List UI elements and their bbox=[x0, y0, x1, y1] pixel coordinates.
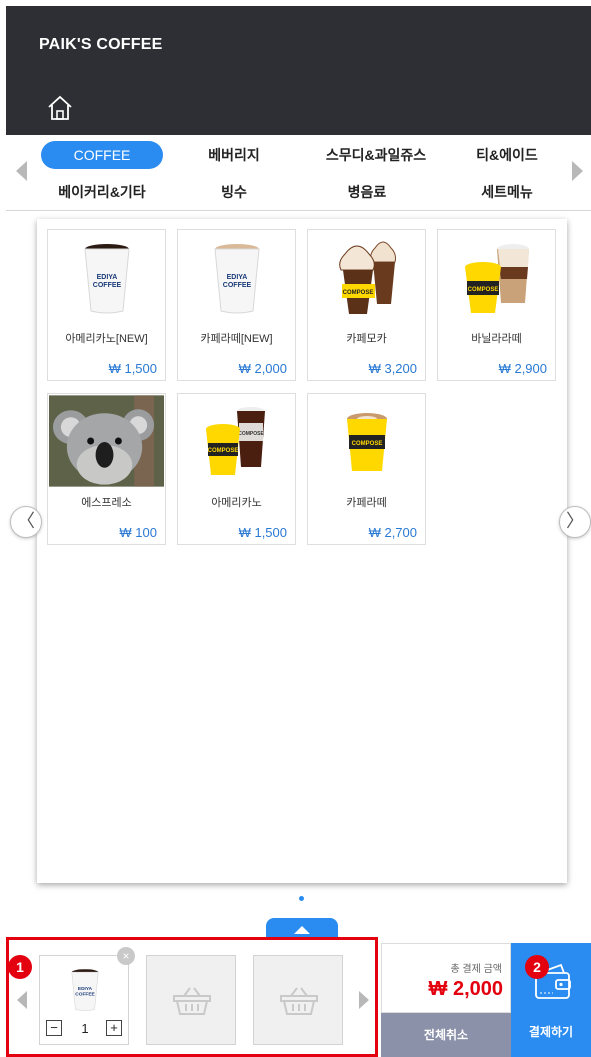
tab-bottled-drinks[interactable]: 병음료 bbox=[306, 178, 428, 206]
decrease-quantity-button[interactable]: − bbox=[46, 1020, 62, 1036]
menu-next-page-button[interactable]: 〉 bbox=[559, 506, 591, 538]
mocha-cup-image: COMPOSE bbox=[309, 231, 424, 323]
basket-icon bbox=[173, 987, 211, 1015]
menu-item-cafe-latte-new[interactable]: EDIYA COFFEE 카페라떼[NEW] ₩ 2,000 bbox=[177, 229, 296, 381]
ediya-latte-cup-image: EDIYA COFFEE bbox=[179, 231, 294, 323]
menu-item-price: ₩ 100 bbox=[119, 525, 157, 540]
app-header: PAIK'S COFFEE bbox=[6, 6, 591, 135]
category-next-arrow[interactable] bbox=[572, 161, 583, 181]
menu-item-price: ₩ 3,200 bbox=[368, 361, 417, 376]
svg-text:COMPOSE: COMPOSE bbox=[207, 448, 238, 454]
category-bar: COFFEE 베버리지 스무디&과일쥬스 티&에이드 베이커리&기타 빙수 병음… bbox=[6, 135, 591, 211]
menu-item-name: 카페모카 bbox=[346, 333, 387, 345]
cart-slot-item: EDIYA COFFEE × − 1 + bbox=[39, 947, 135, 1045]
total-label: 총 결제 금액 bbox=[450, 964, 502, 975]
cart-prev-arrow[interactable] bbox=[17, 991, 27, 1009]
remove-item-button[interactable]: × bbox=[117, 947, 135, 965]
menu-item-price: ₩ 2,700 bbox=[368, 525, 417, 540]
basket-icon bbox=[280, 987, 318, 1015]
page-indicator-dot bbox=[299, 896, 304, 901]
tab-beverage[interactable]: 베버리지 bbox=[173, 141, 295, 169]
menu-item-cafe-mocha[interactable]: COMPOSE 카페모카 ₩ 3,200 bbox=[307, 229, 426, 381]
koala-photo-image bbox=[49, 395, 164, 487]
annotation-badge-pay: 2 bbox=[525, 955, 549, 979]
menu-item-price: ₩ 1,500 bbox=[108, 361, 157, 376]
menu-item-americano-new[interactable]: EDIYA COFFEE 아메리카노[NEW] ₩ 1,500 bbox=[47, 229, 166, 381]
svg-text:COMPOSE: COMPOSE bbox=[342, 290, 373, 296]
svg-text:EDIYA: EDIYA bbox=[96, 274, 117, 281]
cafe-latte-cup-image: COMPOSE bbox=[309, 395, 424, 487]
svg-text:COFFEE: COFFEE bbox=[92, 282, 121, 289]
menu-panel: EDIYA COFFEE 아메리카노[NEW] ₩ 1,500 EDIYA CO… bbox=[37, 219, 567, 883]
annotation-badge-cart: 1 bbox=[8, 955, 32, 979]
cancel-all-button[interactable]: 전체취소 bbox=[381, 1013, 511, 1057]
tab-bakery-etc[interactable]: 베이커리&기타 bbox=[41, 178, 163, 206]
svg-text:EDIYA: EDIYA bbox=[226, 274, 247, 281]
svg-text:COFFEE: COFFEE bbox=[222, 282, 251, 289]
tab-set-menu[interactable]: 세트메뉴 bbox=[446, 178, 568, 206]
svg-text:COMPOSE: COMPOSE bbox=[351, 441, 382, 447]
cart-slot-empty bbox=[253, 955, 343, 1045]
increase-quantity-button[interactable]: + bbox=[106, 1020, 122, 1036]
menu-item-name: 아메리카노 bbox=[211, 497, 262, 509]
brand-title: PAIK'S COFFEE bbox=[39, 36, 163, 53]
total-panel: 총 결제 금액 ₩ 2,000 bbox=[381, 943, 511, 1013]
svg-text:COFFEE: COFFEE bbox=[75, 992, 95, 998]
quantity-stepper: − 1 + bbox=[46, 1020, 124, 1038]
iced-americano-cups-image: COMPOSE COMPOSE bbox=[179, 395, 294, 487]
menu-item-vanilla-latte[interactable]: COMPOSE 바닐라라떼 ₩ 2,900 bbox=[437, 229, 556, 381]
item-quantity: 1 bbox=[81, 1021, 89, 1036]
menu-item-price: ₩ 2,000 bbox=[238, 361, 287, 376]
cart-slot-empty bbox=[146, 955, 236, 1045]
cart-next-arrow[interactable] bbox=[359, 991, 369, 1009]
menu-item-espresso[interactable]: 에스프레소 ₩ 100 bbox=[47, 393, 166, 545]
svg-text:COMPOSE: COMPOSE bbox=[238, 431, 264, 437]
menu-prev-page-button[interactable]: 〈 bbox=[10, 506, 42, 538]
menu-item-price: ₩ 2,900 bbox=[498, 361, 547, 376]
tab-bingsu[interactable]: 빙수 bbox=[173, 178, 295, 206]
svg-text:EDIYA: EDIYA bbox=[78, 986, 93, 992]
menu-item-price: ₩ 1,500 bbox=[238, 525, 287, 540]
cart-tray: EDIYA COFFEE × − 1 + bbox=[6, 937, 378, 1057]
menu-item-name: 카페라떼 bbox=[346, 497, 387, 509]
menu-item-name: 아메리카노[NEW] bbox=[65, 333, 148, 345]
ediya-hot-cup-image: EDIYA COFFEE bbox=[49, 231, 164, 323]
tab-coffee[interactable]: COFFEE bbox=[41, 141, 163, 169]
menu-item-name: 바닐라라떼 bbox=[471, 333, 522, 345]
tab-tea-ade[interactable]: 티&에이드 bbox=[446, 141, 568, 169]
pay-button-label: 결제하기 bbox=[528, 1025, 574, 1039]
menu-item-americano[interactable]: COMPOSE COMPOSE 아메리카노 ₩ 1,500 bbox=[177, 393, 296, 545]
svg-text:COMPOSE: COMPOSE bbox=[467, 287, 498, 293]
menu-item-name: 에스프레소 bbox=[81, 497, 132, 509]
vanilla-latte-cups-image: COMPOSE bbox=[439, 231, 554, 323]
total-amount: ₩ 2,000 bbox=[428, 978, 503, 1000]
pay-button[interactable]: 결제하기 bbox=[511, 943, 591, 1057]
home-icon[interactable] bbox=[46, 94, 74, 122]
menu-item-name: 카페라떼[NEW] bbox=[200, 333, 273, 345]
chevron-up-icon bbox=[294, 926, 310, 934]
menu-item-cafe-latte[interactable]: COMPOSE 카페라떼 ₩ 2,700 bbox=[307, 393, 426, 545]
category-prev-arrow[interactable] bbox=[16, 161, 27, 181]
ediya-hot-cup-image: EDIYA COFFEE bbox=[71, 969, 99, 1011]
tab-smoothie-juice[interactable]: 스무디&과일쥬스 bbox=[306, 141, 446, 169]
